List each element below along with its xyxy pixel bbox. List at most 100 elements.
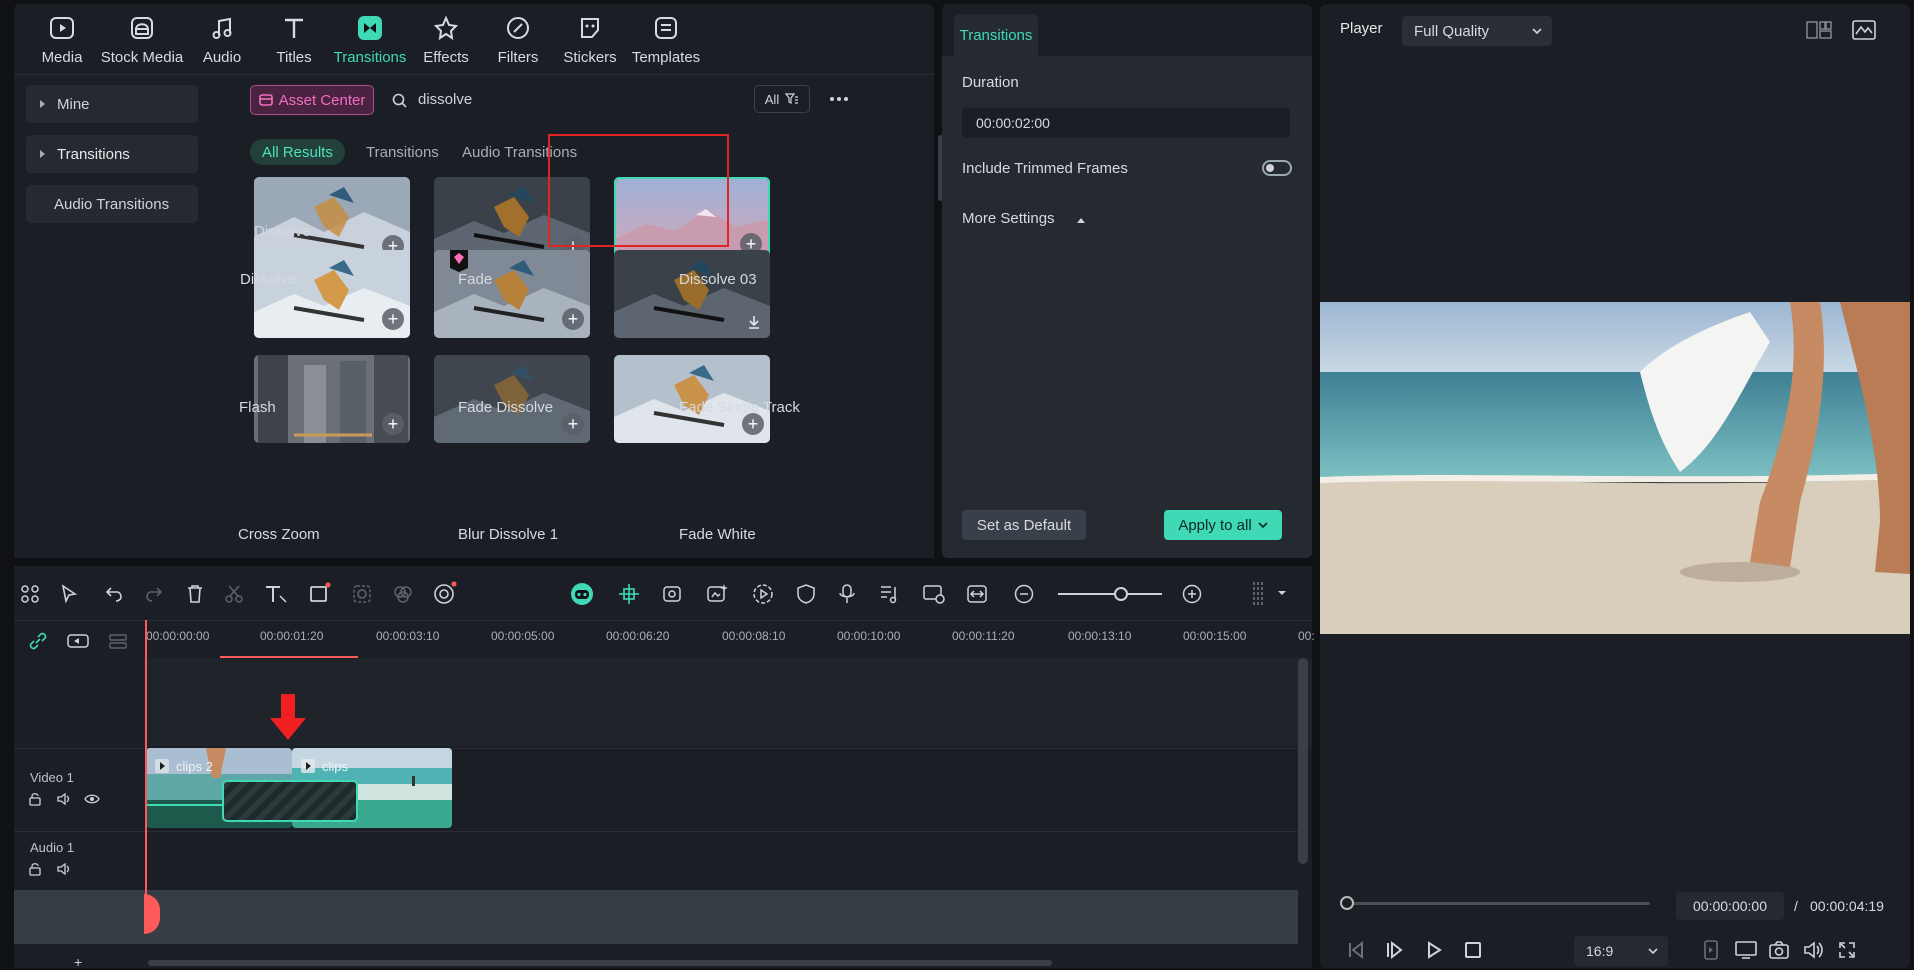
toolbar-templates[interactable]: Templates: [626, 4, 706, 74]
sidebar-item-audio-transitions[interactable]: Audio Transitions: [26, 185, 198, 223]
transition-thumb-flash[interactable]: +: [254, 250, 410, 338]
sidebar-item-transitions[interactable]: Transitions: [26, 135, 198, 173]
select-tool-icon[interactable]: [60, 584, 82, 604]
timeline-ruler[interactable]: 00:00:00:00 00:00:01:20 00:00:03:10 00:0…: [14, 620, 1315, 659]
asset-center-button[interactable]: Asset Center: [250, 85, 374, 115]
mark-in-icon[interactable]: [1702, 940, 1720, 960]
toolbar-filters[interactable]: Filters: [482, 4, 554, 74]
delete-icon[interactable]: [186, 584, 204, 604]
zoom-slider-handle[interactable]: [1114, 587, 1128, 601]
more-settings-toggle[interactable]: More Settings: [962, 210, 1055, 227]
toolbar-audio[interactable]: Audio: [186, 4, 258, 74]
previous-frame-icon[interactable]: [1346, 940, 1366, 960]
lock-icon[interactable]: [28, 862, 42, 876]
media-toolbar: Media Stock Media Audio Titles Transitio…: [14, 4, 934, 74]
undo-icon[interactable]: [104, 584, 124, 604]
link-icon[interactable]: [28, 631, 48, 651]
volume-icon[interactable]: [1802, 940, 1824, 960]
eye-icon[interactable]: [84, 792, 100, 806]
ruler-tick: 00:00:05:00: [491, 629, 555, 643]
playhead[interactable]: [145, 620, 147, 920]
toolbar-stickers[interactable]: Stickers: [554, 4, 626, 74]
speaker-icon[interactable]: [56, 862, 72, 876]
grid-view-icon[interactable]: [1806, 20, 1832, 40]
video-preview[interactable]: [1320, 302, 1910, 634]
sidebar-item-mine[interactable]: Mine: [26, 85, 198, 123]
audio-mixer-icon[interactable]: [878, 583, 900, 605]
toolbar-stock-media[interactable]: Stock Media: [98, 4, 186, 74]
timeline-scrollbar[interactable]: [148, 960, 1052, 966]
add-icon[interactable]: +: [742, 413, 764, 435]
vertical-scrollbar[interactable]: [1298, 658, 1308, 864]
filter-dropdown[interactable]: All: [754, 85, 810, 113]
track-manage-icon[interactable]: [108, 631, 128, 651]
zoom-slider[interactable]: [1058, 593, 1162, 595]
snapshot-icon[interactable]: [1768, 940, 1790, 960]
aspect-ratio-dropdown[interactable]: 16:9: [1574, 936, 1668, 966]
ruler-tick: 00:00:11:20: [952, 629, 1015, 643]
add-icon[interactable]: +: [382, 308, 404, 330]
tab-transitions-properties[interactable]: Transitions: [954, 14, 1038, 56]
lock-icon[interactable]: [28, 792, 42, 806]
duration-input[interactable]: 00:00:02:00: [962, 108, 1290, 138]
zoom-in-icon[interactable]: [1182, 584, 1202, 604]
fit-timeline-icon[interactable]: [966, 583, 988, 605]
add-icon[interactable]: +: [562, 308, 584, 330]
transition-thumb-fade-dissolve[interactable]: +: [434, 250, 590, 338]
speaker-icon[interactable]: [56, 792, 72, 806]
ai-tool-icon[interactable]: [432, 580, 458, 606]
include-trimmed-toggle[interactable]: [1262, 160, 1292, 176]
player-panel: Player Full Quality 00:00:00:00 / 00:00:…: [1320, 4, 1910, 968]
add-icon[interactable]: +: [382, 413, 404, 435]
render-preview-icon[interactable]: [922, 583, 946, 605]
set-default-label: Set as Default: [976, 516, 1072, 534]
shield-icon[interactable]: [796, 583, 816, 605]
add-icon[interactable]: +: [562, 413, 584, 435]
playback-seek-bar[interactable]: [1340, 896, 1650, 910]
play-icon: [155, 759, 169, 773]
fullscreen-icon[interactable]: [1838, 941, 1856, 959]
transition-label-flash: Flash: [239, 399, 276, 416]
auto-reframe-icon[interactable]: [662, 583, 684, 605]
ai-face-icon[interactable]: [570, 582, 594, 606]
ratio-label: 16:9: [1586, 943, 1614, 959]
play-icon[interactable]: [1424, 940, 1444, 960]
toolbar-media[interactable]: Media: [26, 4, 98, 74]
scope-icon[interactable]: [1852, 20, 1876, 40]
seek-handle[interactable]: [1340, 896, 1354, 910]
collapse-arrow-icon[interactable]: [1076, 216, 1086, 224]
ai-image-icon[interactable]: [706, 583, 728, 605]
crop-icon[interactable]: [308, 582, 332, 604]
snap-icon[interactable]: [618, 583, 640, 605]
download-icon[interactable]: [746, 314, 762, 330]
more-tools-icon[interactable]: [1248, 580, 1288, 608]
next-frame-icon[interactable]: [1384, 940, 1404, 960]
stop-icon[interactable]: [1464, 941, 1482, 959]
search-input[interactable]: dissolve: [418, 91, 472, 108]
tab-all-results[interactable]: All Results: [250, 139, 345, 165]
speed-icon[interactable]: [752, 583, 774, 605]
transition-block[interactable]: [222, 780, 358, 822]
chevron-down-icon[interactable]: [1258, 521, 1268, 529]
transition-thumb-fade-single-track[interactable]: [614, 250, 770, 338]
display-icon[interactable]: [1734, 940, 1758, 960]
apply-to-all-button[interactable]: Apply to all: [1164, 510, 1282, 540]
toolbar-effects[interactable]: Effects: [410, 4, 482, 74]
tab-transitions[interactable]: Transitions: [354, 139, 451, 165]
layout-grid-icon[interactable]: [20, 584, 40, 604]
chevron-down-icon: [1532, 28, 1542, 35]
transition-thumb-cross-zoom[interactable]: +: [254, 355, 410, 443]
redo-icon[interactable]: [144, 584, 164, 604]
mask-icon[interactable]: [352, 584, 374, 604]
text-tool-icon[interactable]: [264, 584, 288, 604]
set-as-default-button[interactable]: Set as Default: [962, 510, 1086, 540]
quality-dropdown[interactable]: Full Quality: [1402, 16, 1552, 46]
split-icon[interactable]: [224, 584, 244, 604]
color-icon[interactable]: [392, 584, 414, 604]
microphone-icon[interactable]: [838, 583, 856, 605]
toolbar-titles[interactable]: Titles: [258, 4, 330, 74]
zoom-out-icon[interactable]: [1014, 584, 1034, 604]
toolbar-transitions[interactable]: Transitions: [330, 4, 410, 74]
add-track-icon[interactable]: [66, 631, 90, 651]
more-options-icon[interactable]: [824, 87, 854, 111]
